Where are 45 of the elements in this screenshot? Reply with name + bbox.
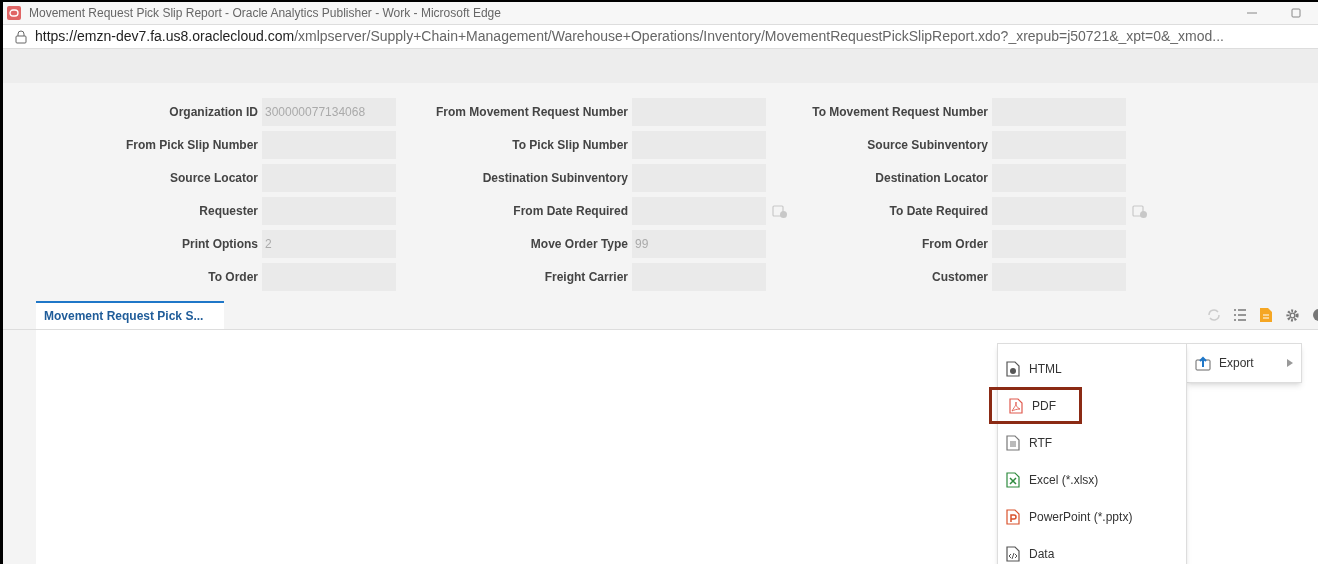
- field-label: Destination Subinventory: [481, 170, 628, 187]
- menu-item[interactable]: Excel (*.xlsx): [998, 461, 1186, 498]
- pdf-file-icon: [1008, 397, 1024, 414]
- field-label: Destination Locator: [874, 170, 988, 187]
- menu-item[interactable]: HTML: [998, 350, 1186, 387]
- field-label: Source Subinventory: [866, 137, 988, 154]
- url-text: https://emzn-dev7.fa.us8.oraclecloud.com/xmlpserver/Supply+Chain+Management/Warehouse+Operations/Inventory/MovementRequestPickSlipReport.xdo?_xrepub=j50721&_xpt=0&_xmod...: [35, 27, 1224, 46]
- refresh-icon[interactable]: [1207, 308, 1221, 322]
- field-label: To Movement Request Number: [811, 104, 988, 121]
- field-label: Freight Carrier: [543, 269, 628, 286]
- menu-item[interactable]: RTF: [998, 424, 1186, 461]
- field-label: Print Options: [181, 236, 258, 253]
- field-label: From Order: [921, 236, 988, 253]
- menu-item[interactable]: Data: [998, 535, 1186, 564]
- document-icon[interactable]: [1259, 307, 1273, 323]
- slides-file-icon: [1005, 508, 1021, 525]
- field-label: Organization ID: [168, 104, 258, 121]
- export-icon: [1195, 355, 1211, 371]
- window-title: Movement Request Pick Slip Report - Oracle Analytics Publisher - Work - Microsoft Edge: [29, 5, 501, 22]
- field-label: From Movement Request Number: [434, 104, 628, 121]
- app-logo-icon: [7, 6, 21, 20]
- field-label: To Order: [207, 269, 258, 286]
- menu-item[interactable]: Export: [1187, 352, 1301, 374]
- list-icon[interactable]: [1233, 308, 1247, 322]
- submenu-arrow-icon: [1287, 359, 1293, 367]
- calendar-icon[interactable]: [772, 203, 788, 219]
- field-label: Requester: [198, 203, 258, 220]
- field-label: From Pick Slip Number: [124, 137, 258, 154]
- html-file-icon: [1005, 360, 1021, 377]
- field-label: To Date Required: [888, 203, 988, 220]
- field-label: Source Locator: [168, 170, 258, 187]
- spreadsheet-file-icon: [1005, 471, 1021, 488]
- lock-icon: [15, 29, 27, 44]
- settings-icon[interactable]: [1285, 307, 1300, 323]
- field-label: From Date Required: [512, 203, 628, 220]
- restore-icon[interactable]: [1290, 7, 1302, 19]
- menu-item[interactable]: PDF: [989, 387, 1082, 424]
- text-file-icon: [1005, 434, 1021, 451]
- calendar-icon[interactable]: [1132, 203, 1148, 219]
- field-label: Move Order Type: [529, 236, 628, 253]
- field-label: Customer: [931, 269, 988, 286]
- address-bar[interactable]: https://emzn-dev7.fa.us8.oraclecloud.com/xmlpserver/Supply+Chain+Management/Warehouse+Operations/Inventory/MovementRequestPickSlipReport.xdo?_xrepub=j50721&_xpt=0&_xmod...: [3, 24, 1318, 49]
- report-tab[interactable]: Movement Request Pick S...: [36, 301, 224, 329]
- menu-item[interactable]: PowerPoint (*.pptx): [998, 498, 1186, 535]
- field-label: To Pick Slip Number: [511, 137, 628, 154]
